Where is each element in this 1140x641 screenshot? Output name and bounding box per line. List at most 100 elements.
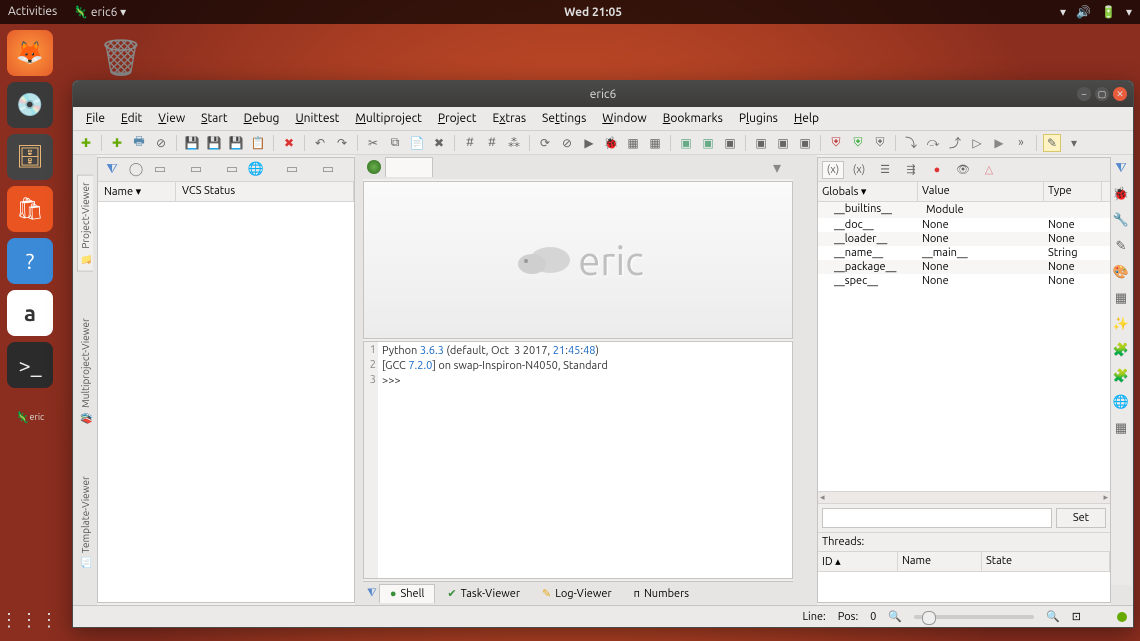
project-tree[interactable]: [98, 202, 354, 602]
software-launcher[interactable]: 🛍: [7, 186, 53, 232]
shield-gray-icon[interactable]: ⛨: [871, 134, 889, 152]
tab-task-viewer[interactable]: ✔ Task-Viewer: [437, 584, 530, 603]
wrench-icon[interactable]: 🔧: [1112, 211, 1130, 229]
window-titlebar[interactable]: eric6 – ▢ ✕: [73, 81, 1133, 107]
menu-help[interactable]: Help: [787, 109, 826, 128]
print-icon[interactable]: 🖶: [130, 134, 148, 152]
palette-icon[interactable]: 🎨: [1112, 263, 1130, 281]
brush-icon[interactable]: ✎: [1112, 237, 1130, 255]
play-icon[interactable]: ▶: [990, 134, 1008, 152]
editor-tab-dropdown[interactable]: ▾: [773, 158, 789, 177]
callstack-icon[interactable]: ☰: [874, 161, 896, 179]
tab-shell[interactable]: ● Shell: [379, 584, 436, 603]
set-input[interactable]: [822, 508, 1052, 528]
coverage-icon[interactable]: ▦: [624, 134, 642, 152]
menu-start[interactable]: Start: [194, 109, 234, 128]
wifi-icon[interactable]: ▾: [1060, 5, 1066, 19]
menu-unittest[interactable]: Unittest: [288, 109, 346, 128]
puzzle-icon[interactable]: 🧩: [1112, 341, 1130, 359]
profile-icon[interactable]: ▦: [646, 134, 664, 152]
bug-red-icon[interactable]: 🐞: [1112, 185, 1130, 203]
stop-script-icon[interactable]: ⊘: [558, 134, 576, 152]
tool-e-icon[interactable]: ▣: [774, 134, 792, 152]
menu-view[interactable]: View: [151, 109, 192, 128]
tab-numbers[interactable]: π Numbers: [624, 585, 699, 603]
terminal-launcher[interactable]: >_: [7, 342, 53, 388]
system-menu-icon[interactable]: ▾: [1126, 5, 1132, 19]
stop-icon[interactable]: ✖: [280, 134, 298, 152]
minimize-button[interactable]: –: [1077, 87, 1091, 101]
zoom-reset-icon[interactable]: ⊡: [1072, 610, 1081, 623]
menu-window[interactable]: Window: [595, 109, 653, 128]
app-menu-indicator[interactable]: 🦎 eric6 ▾: [73, 5, 126, 19]
breakpoints-icon[interactable]: ●: [926, 161, 948, 179]
watch-icon[interactable]: 👁: [952, 161, 974, 179]
tab-multiproject-viewer[interactable]: 📚 Multiproject-Viewer: [78, 312, 93, 430]
resources-icon[interactable]: ▭: [222, 160, 242, 180]
h-scrollbar[interactable]: ◂▸: [818, 491, 1110, 503]
forms-icon[interactable]: ▭: [186, 160, 206, 180]
filter-bottom-icon[interactable]: ⧨: [367, 587, 377, 600]
doc-icon[interactable]: ▭: [150, 160, 170, 180]
globe-icon[interactable]: [367, 160, 381, 174]
help-launcher[interactable]: ?: [7, 238, 53, 284]
step-out-icon[interactable]: ⤴: [946, 134, 964, 152]
zoom-in-icon[interactable]: 🔍: [1046, 610, 1060, 623]
shell-area[interactable]: 1 2 3 Python 3.6.3 (default, Oct 3 2017,…: [363, 341, 793, 579]
col-state[interactable]: State: [982, 552, 1110, 571]
funnel-icon[interactable]: ⧨: [1112, 159, 1130, 177]
tool-b-icon[interactable]: ▣: [699, 134, 717, 152]
zoom-out-icon[interactable]: 🔍: [888, 610, 902, 623]
step-over-icon[interactable]: ⤼: [924, 134, 942, 152]
col-vcs[interactable]: VCS Status: [176, 182, 354, 201]
debug-run-icon[interactable]: 🐞: [602, 134, 620, 152]
splitter-right[interactable]: [793, 155, 817, 605]
refresh-icon[interactable]: ⟳: [536, 134, 554, 152]
comment-icon[interactable]: #: [461, 134, 479, 152]
variable-row[interactable]: __package__NoneNone: [818, 260, 1110, 274]
disks-launcher[interactable]: 💿: [7, 82, 53, 128]
save-icon[interactable]: 💾: [183, 134, 201, 152]
variable-row[interactable]: __name____main__String: [818, 246, 1110, 260]
menu-bookmarks[interactable]: Bookmarks: [656, 109, 730, 128]
save-all-icon[interactable]: 💾: [205, 134, 223, 152]
circle-icon[interactable]: ◯: [126, 160, 146, 180]
new-file-icon[interactable]: ✚: [77, 134, 95, 152]
tab-log-viewer[interactable]: ✎ Log-Viewer: [532, 584, 622, 603]
variable-row[interactable]: __builtins__Module: [818, 202, 1110, 218]
dropdown-icon[interactable]: ▾: [1065, 134, 1083, 152]
globals-icon[interactable]: (x): [822, 161, 844, 179]
shield-green-icon[interactable]: ⛨: [849, 134, 867, 152]
col-id[interactable]: ID ▴: [818, 552, 898, 571]
menu-project[interactable]: Project: [431, 109, 484, 128]
menu-multiproject[interactable]: Multiproject: [348, 109, 428, 128]
copy-icon[interactable]: ⧉: [386, 134, 404, 152]
set-button[interactable]: Set: [1056, 508, 1106, 528]
overflow-icon[interactable]: »: [1012, 134, 1030, 152]
tool-d-icon[interactable]: ▣: [752, 134, 770, 152]
stream-comment-icon[interactable]: ⁂: [505, 134, 523, 152]
tool-c-icon[interactable]: ▣: [721, 134, 739, 152]
volume-icon[interactable]: 🔊: [1076, 5, 1091, 19]
menu-extras[interactable]: Extras: [485, 109, 533, 128]
filter-icon[interactable]: ⧨: [102, 160, 122, 180]
tab-project-viewer[interactable]: 📁 Project-Viewer: [77, 175, 93, 272]
tool-a-icon[interactable]: ▣: [677, 134, 695, 152]
firefox-launcher[interactable]: 🦊: [7, 30, 53, 76]
show-apps-icon[interactable]: ⋮⋮⋮: [0, 610, 60, 631]
paste-icon[interactable]: 📄: [408, 134, 426, 152]
interfaces-icon[interactable]: ▭: [318, 160, 338, 180]
cut-icon[interactable]: ✂: [364, 134, 382, 152]
redo-icon[interactable]: ↷: [333, 134, 351, 152]
locals-icon[interactable]: (x): [848, 161, 870, 179]
tool-f-icon[interactable]: ▣: [796, 134, 814, 152]
clock[interactable]: Wed 21:05: [126, 6, 1060, 19]
save-copy-icon[interactable]: 📋: [249, 134, 267, 152]
menu-settings[interactable]: Settings: [535, 109, 593, 128]
shield-red-icon[interactable]: ⛨: [827, 134, 845, 152]
uncomment-icon[interactable]: #: [483, 134, 501, 152]
menu-file[interactable]: File: [79, 109, 112, 128]
activities[interactable]: Activities: [8, 5, 57, 19]
tool-g-icon[interactable]: ▦: [1112, 289, 1130, 307]
close-button[interactable]: ✕: [1113, 87, 1127, 101]
